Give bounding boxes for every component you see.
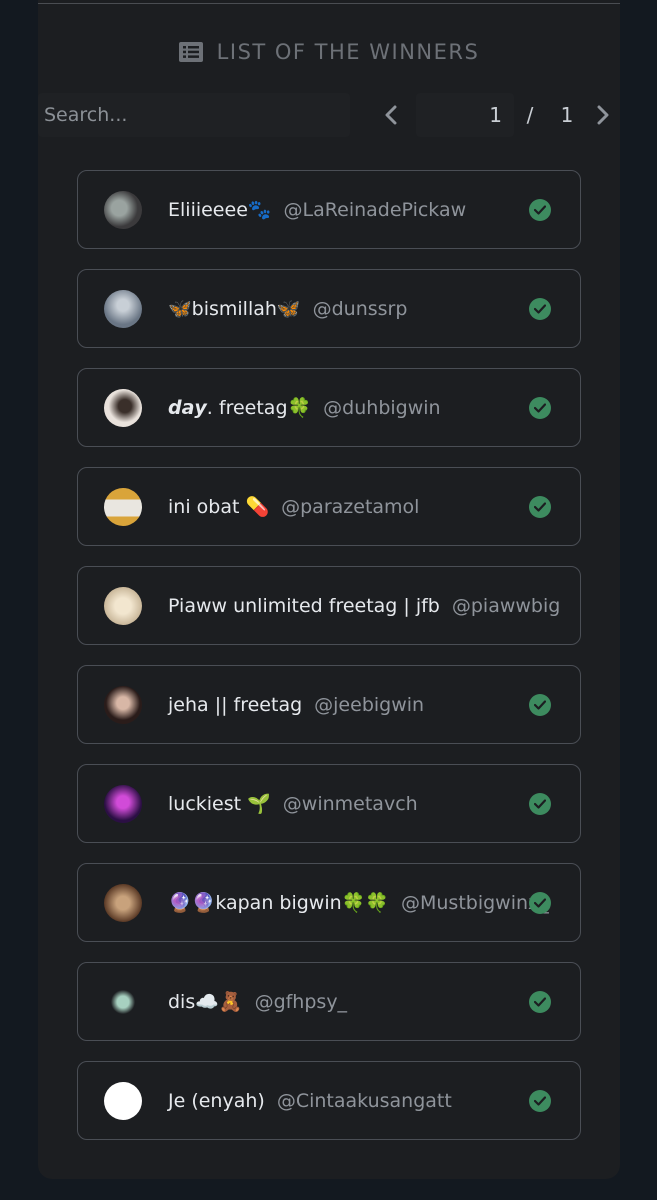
avatar	[104, 389, 142, 427]
winner-row[interactable]: Je (enyah) @Cintaakusangatt	[77, 1061, 581, 1140]
winner-row[interactable]: ini obat 💊 @parazetamol	[77, 467, 581, 546]
pagination: 1 / 1	[376, 93, 618, 137]
avatar	[104, 290, 142, 328]
verified-check-icon	[529, 397, 551, 419]
verified-check-icon	[529, 793, 551, 815]
winner-name: 🦋bismillah🦋	[168, 298, 301, 320]
winner-handle: @dunssrp	[312, 297, 408, 320]
verified-check-icon	[529, 1090, 551, 1112]
winner-handle: @piawwbig	[451, 594, 561, 617]
winner-name: jeha || freetag	[168, 693, 303, 716]
winners-panel: LIST OF THE WINNERS 1 / 1 Eliiieeee🐾 @La…	[38, 0, 620, 1179]
avatar	[104, 587, 142, 625]
winner-name: 𝙙𝙖𝙮. freetag🍀	[168, 397, 312, 419]
verified-check-icon	[529, 199, 551, 221]
winner-name: dis☁️🧸	[168, 991, 243, 1013]
winner-name: luckiest 🌱	[168, 793, 271, 815]
verified-check-icon	[529, 496, 551, 518]
winner-name: ini obat 💊	[168, 496, 270, 518]
winner-name: 🔮🔮kapan bigwin🍀🍀	[168, 892, 389, 914]
next-page-button[interactable]	[588, 100, 618, 130]
page-total: 1	[560, 103, 574, 127]
chevron-left-icon	[385, 105, 397, 125]
winner-handle: @winmetavch	[282, 792, 418, 815]
winner-row[interactable]: jeha || freetag @jeebigwin	[77, 665, 581, 744]
winners-list: Eliiieeee🐾 @LaReinadePickaw 🦋bismillah🦋 …	[77, 170, 581, 1160]
winner-row[interactable]: luckiest 🌱 @winmetavch	[77, 764, 581, 843]
previous-page-button[interactable]	[376, 100, 406, 130]
winner-handle: @gfhpsy_	[254, 990, 348, 1013]
chevron-right-icon	[597, 105, 609, 125]
avatar	[104, 884, 142, 922]
winner-handle: @LaReinadePickaw	[283, 198, 467, 221]
winner-row[interactable]: 🦋bismillah🦋 @dunssrp	[77, 269, 581, 348]
search-input[interactable]	[38, 93, 350, 137]
avatar	[104, 1082, 142, 1120]
heading-title: LIST OF THE WINNERS	[216, 40, 480, 64]
winner-handle: @parazetamol	[281, 495, 420, 518]
verified-check-icon	[529, 298, 551, 320]
verified-check-icon	[529, 694, 551, 716]
winner-handle: @jeebigwin	[314, 693, 425, 716]
winner-name: Eliiieeee🐾	[168, 199, 272, 221]
avatar	[104, 983, 142, 1021]
avatar	[104, 191, 142, 229]
winner-name: Je (enyah)	[168, 1089, 265, 1112]
divider	[38, 3, 620, 4]
winners-heading: LIST OF THE WINNERS	[38, 40, 620, 64]
verified-check-icon	[529, 991, 551, 1013]
winner-handle: @duhbigwin	[323, 396, 441, 419]
page-number-input[interactable]: 1	[416, 93, 514, 137]
verified-check-icon	[529, 892, 551, 914]
avatar	[104, 686, 142, 724]
winner-row[interactable]: Eliiieeee🐾 @LaReinadePickaw	[77, 170, 581, 249]
winner-handle: @Mustbigwinx_	[401, 891, 549, 914]
winner-handle: @Cintaakusangatt	[276, 1089, 452, 1112]
page-separator: /	[526, 103, 534, 127]
winner-row[interactable]: 🔮🔮kapan bigwin🍀🍀 @Mustbigwinx_	[77, 863, 581, 942]
list-icon	[178, 42, 203, 62]
avatar	[104, 488, 142, 526]
winner-row[interactable]: 𝙙𝙖𝙮. freetag🍀 @duhbigwin	[77, 368, 581, 447]
winner-row[interactable]: Piaww unlimited freetag | jfb @piawwbig	[77, 566, 581, 645]
winner-row[interactable]: dis☁️🧸 @gfhpsy_	[77, 962, 581, 1041]
winner-name: Piaww unlimited freetag | jfb	[168, 594, 440, 617]
avatar	[104, 785, 142, 823]
